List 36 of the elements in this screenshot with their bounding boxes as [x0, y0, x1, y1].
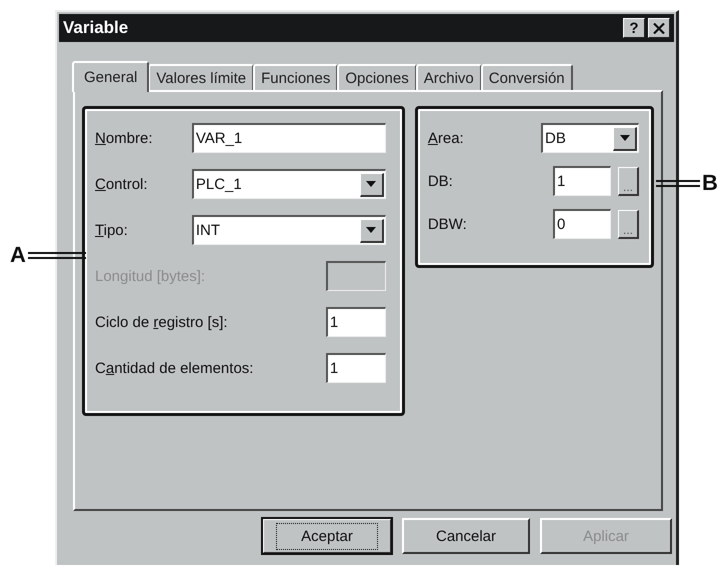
tab[interactable]: Conversión — [480, 64, 573, 90]
help-button[interactable]: ? — [623, 18, 645, 38]
field-label: Cantidad de elementos: — [95, 360, 254, 376]
input-field[interactable]: 1 — [326, 353, 386, 383]
field-label: Area: — [428, 130, 464, 146]
input-field[interactable]: VAR_1 — [192, 123, 386, 153]
leader-line — [656, 180, 700, 186]
field-label: DBW: — [428, 216, 467, 232]
input-field[interactable]: 1 — [326, 307, 386, 337]
browse-button[interactable]: ... — [618, 210, 639, 238]
dropdown[interactable]: DB — [541, 123, 639, 153]
dropdown-arrow-icon — [366, 181, 376, 187]
tab[interactable]: Opciones — [337, 64, 417, 90]
dropdown-arrow-icon — [620, 135, 630, 141]
input-field[interactable]: 0 — [553, 209, 611, 239]
field-label: Control: — [95, 176, 148, 192]
field-label: Ciclo de registro [s]: — [95, 314, 228, 330]
close-icon — [653, 22, 665, 34]
tab[interactable]: Funciones — [253, 64, 338, 90]
field-label: Nombre: — [95, 130, 153, 146]
tab[interactable]: Valores límite — [148, 64, 254, 90]
field-label: DB: — [428, 172, 453, 190]
input-field[interactable]: 1 — [553, 166, 611, 196]
dropdown-arrow-icon — [366, 227, 376, 233]
callout-label: A — [10, 242, 26, 268]
dialog-button[interactable]: Aceptar — [262, 518, 392, 554]
dropdown[interactable]: INT — [192, 215, 386, 245]
field-label: Tipo: — [95, 222, 128, 238]
tab[interactable]: General — [72, 61, 150, 92]
callout-label: B — [702, 170, 718, 196]
close-button[interactable] — [648, 18, 670, 38]
dialog-button[interactable]: Cancelar — [402, 518, 530, 554]
browse-button[interactable]: ... — [618, 166, 639, 196]
dropdown[interactable]: PLC_1 — [192, 169, 386, 199]
window-title: Variable — [63, 18, 130, 38]
tab[interactable]: Archivo — [416, 64, 482, 90]
